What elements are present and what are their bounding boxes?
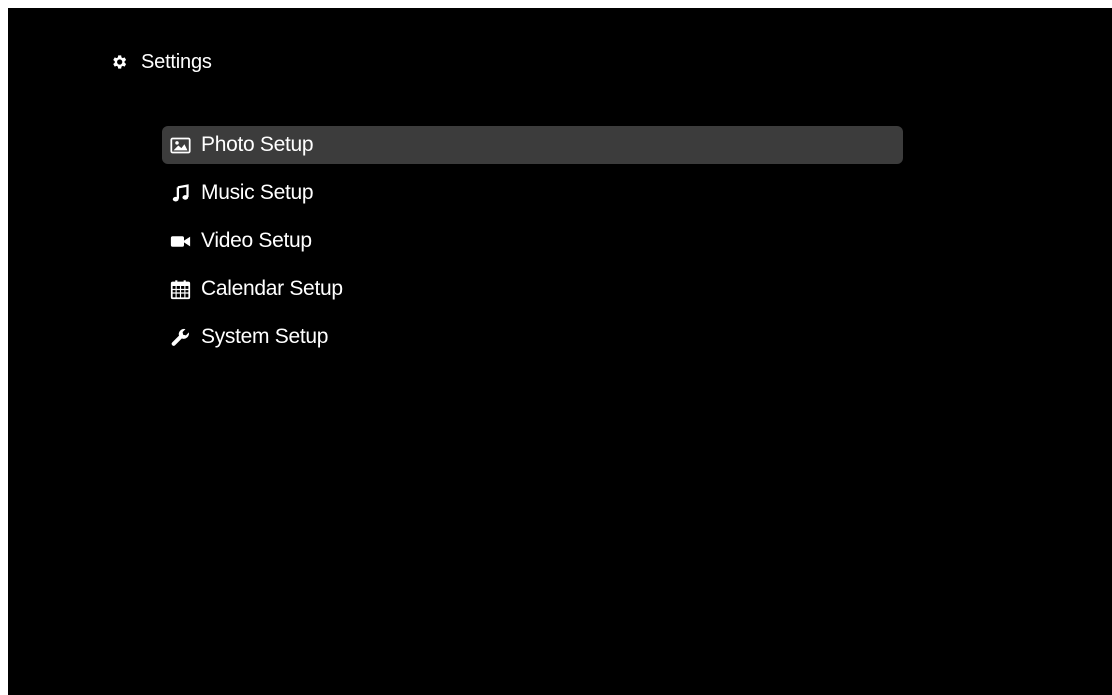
- page-header: Settings: [110, 50, 212, 74]
- calendar-icon: [170, 279, 191, 300]
- menu-item-label: Calendar Setup: [201, 277, 343, 300]
- menu-item-label: System Setup: [201, 325, 329, 348]
- menu-item-video-setup[interactable]: Video Setup: [162, 222, 903, 260]
- menu-item-music-setup[interactable]: Music Setup: [162, 174, 903, 212]
- music-note-icon: [170, 183, 191, 204]
- menu-item-system-setup[interactable]: System Setup: [162, 318, 903, 356]
- video-camera-icon: [170, 231, 191, 252]
- settings-menu: Photo Setup Music Setup Video Setup Cale…: [162, 126, 903, 366]
- menu-item-label: Music Setup: [201, 181, 314, 204]
- menu-item-label: Video Setup: [201, 229, 312, 252]
- menu-item-calendar-setup[interactable]: Calendar Setup: [162, 270, 903, 308]
- gear-icon: [110, 53, 128, 71]
- photo-icon: [170, 135, 191, 156]
- settings-screen: Settings Photo Setup Music Setup Video S…: [8, 8, 1112, 695]
- menu-item-photo-setup[interactable]: Photo Setup: [162, 126, 903, 164]
- wrench-icon: [170, 327, 191, 348]
- menu-item-label: Photo Setup: [201, 133, 314, 156]
- page-title: Settings: [141, 50, 212, 73]
